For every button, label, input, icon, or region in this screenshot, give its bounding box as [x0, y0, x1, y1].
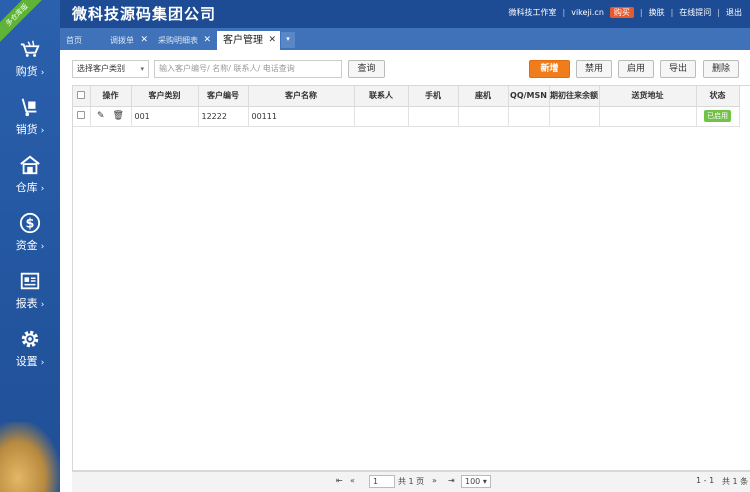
tab-home[interactable]: 首页	[60, 31, 104, 50]
customer-category-select[interactable]: 选择客户类别 ▾	[72, 60, 149, 78]
column-header[interactable]: 手机	[408, 86, 459, 107]
tab-menu-button[interactable]: ▾	[281, 32, 295, 48]
cell-contact	[354, 106, 409, 127]
cell-category: 001	[131, 106, 199, 127]
delete-button[interactable]: 删除	[703, 60, 739, 78]
sidebar: 多仓库版 购货 › 销货 › 仓库 › $ 资金 › 报表 › 设置 ›	[0, 0, 60, 492]
chevron-down-icon: ▾	[140, 65, 144, 73]
pagination-bar: ⇤ « 1 共 1 页 » ⇥ 100 ▾ 1 - 1 共 1 条	[72, 471, 750, 492]
table-header: 操作 客户类别 客户编号 客户名称 联系人 手机 座机 QQ/MSN 期初往来余…	[73, 86, 740, 107]
column-header[interactable]: 客户名称	[248, 86, 355, 107]
domain-link[interactable]: vikeji.cn	[571, 8, 604, 17]
svg-text:$: $	[26, 217, 35, 232]
sidebar-item-warehouse[interactable]: 仓库 ›	[0, 154, 60, 206]
report-icon	[20, 272, 40, 290]
sidebar-item-label: 销货	[15, 123, 38, 136]
total-pages: 共 1 页	[398, 477, 425, 486]
next-page-icon[interactable]: »	[432, 476, 437, 485]
chevron-right-icon: ›	[40, 242, 45, 252]
cell-qq	[508, 106, 550, 127]
cell-address	[599, 106, 697, 127]
tab-bar: 首页 调拨单 ✕ 采购明细表 ✕ 客户管理 ✕ ▾	[60, 28, 750, 50]
column-header: 操作	[90, 86, 132, 107]
add-button[interactable]: 新增	[529, 60, 570, 78]
last-page-icon[interactable]: ⇥	[448, 476, 455, 485]
first-page-icon[interactable]: ⇤	[336, 476, 343, 485]
dollar-icon: $	[19, 212, 41, 234]
chevron-right-icon: ›	[40, 184, 45, 194]
sidebar-item-funds[interactable]: $ 资金 ›	[0, 212, 60, 264]
column-header[interactable]: 状态	[696, 86, 740, 107]
tab-customer-management[interactable]: 客户管理 ✕	[217, 31, 280, 50]
cell-balance	[549, 106, 600, 127]
select-all-checkbox[interactable]	[77, 90, 86, 99]
tab-purchase-detail[interactable]: 采购明细表 ✕	[152, 31, 215, 50]
column-header[interactable]: 期初往来余额	[549, 86, 600, 107]
buy-button[interactable]: 购买	[609, 7, 634, 18]
search-input[interactable]: 输入客户编号/ 名称/ 联系人/ 电话查询	[154, 60, 342, 78]
sidebar-item-label: 资金	[15, 239, 38, 252]
prev-page-icon[interactable]: «	[350, 476, 355, 485]
cell-phone	[458, 106, 509, 127]
column-header[interactable]: 联系人	[354, 86, 409, 107]
top-header: 微科技源码集团公司 微科技工作室 | vikeji.cn 购买 | 换肤 | 在…	[60, 0, 750, 28]
sidebar-item-label: 报表	[15, 297, 38, 310]
chevron-right-icon: ›	[40, 68, 45, 78]
cell-name: 00111	[248, 106, 355, 127]
export-button[interactable]: 导出	[660, 60, 696, 78]
bread-decoration	[0, 422, 60, 492]
sidebar-item-purchase[interactable]: 购货 ›	[0, 38, 60, 90]
chevron-right-icon: ›	[40, 358, 45, 368]
column-header[interactable]: 客户编号	[198, 86, 249, 107]
cart-icon	[20, 40, 40, 57]
chevron-right-icon: ›	[40, 300, 45, 310]
close-icon[interactable]: ✕	[268, 31, 276, 50]
row-checkbox[interactable]	[77, 111, 86, 119]
cell-code: 12222	[198, 106, 249, 127]
header-links: 微科技工作室 | vikeji.cn 购买 | 换肤 | 在线提问 | 退出	[508, 7, 742, 18]
sidebar-item-settings[interactable]: 设置 ›	[0, 328, 60, 380]
logout-link[interactable]: 退出	[726, 7, 742, 18]
help-link[interactable]: 在线提问	[679, 7, 711, 18]
edit-icon[interactable]: ✎	[97, 111, 105, 121]
trash-icon[interactable]: 🗑	[113, 111, 124, 121]
status-badge: 已启用	[704, 110, 731, 122]
sidebar-item-label: 设置	[15, 355, 38, 368]
enable-button[interactable]: 启用	[618, 60, 654, 78]
house-icon	[20, 155, 40, 175]
close-icon[interactable]: ✕	[203, 31, 211, 50]
chevron-right-icon: ›	[40, 126, 45, 136]
total-records: 共 1 条	[722, 477, 749, 486]
studio-link[interactable]: 微科技工作室	[509, 7, 557, 18]
query-button[interactable]: 查询	[348, 60, 385, 78]
column-header[interactable]: 座机	[458, 86, 509, 107]
column-header[interactable]: QQ/MSN	[508, 86, 550, 107]
column-header[interactable]: 客户类别	[131, 86, 199, 107]
tab-transfer[interactable]: 调拨单 ✕	[104, 31, 152, 50]
sidebar-item-sales[interactable]: 销货 ›	[0, 96, 60, 148]
gear-icon	[21, 330, 39, 348]
record-range: 1 - 1	[696, 476, 715, 485]
sidebar-item-label: 购货	[15, 65, 38, 78]
disable-button[interactable]: 禁用	[576, 60, 612, 78]
cell-mobile	[408, 106, 459, 127]
column-header[interactable]: 送货地址	[599, 86, 697, 107]
skin-link[interactable]: 换肤	[649, 7, 665, 18]
company-title: 微科技源码集团公司	[72, 5, 217, 23]
sidebar-item-label: 仓库	[15, 181, 38, 194]
customer-table: 操作 客户类别 客户编号 客户名称 联系人 手机 座机 QQ/MSN 期初往来余…	[72, 85, 750, 471]
trolley-icon	[21, 98, 37, 117]
close-icon[interactable]: ✕	[140, 31, 148, 50]
table-row[interactable]: ✎ 🗑 001 12222 00111 已启用	[73, 106, 740, 127]
page-size-select[interactable]: 100 ▾	[461, 475, 491, 488]
sidebar-item-reports[interactable]: 报表 ›	[0, 270, 60, 322]
page-number-input[interactable]: 1	[369, 475, 395, 488]
